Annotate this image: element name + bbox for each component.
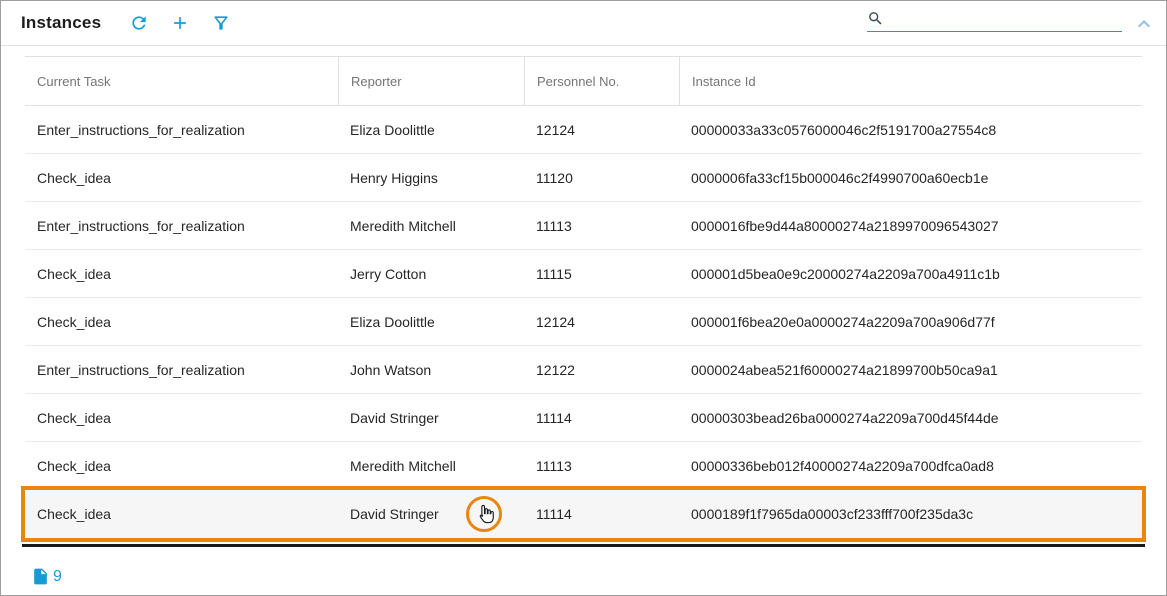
cell-current-task: Check_idea [25,458,338,474]
cell-current-task: Check_idea [25,410,338,426]
filter-button[interactable] [211,13,231,33]
search-input[interactable] [890,11,1122,27]
instances-table: Current Task Reporter Personnel No. Inst… [25,56,1142,538]
table-row[interactable]: Enter_instructions_for_realization John … [25,346,1142,394]
cell-instance-id: 0000024abea521f60000274a21899700b50ca9a1 [679,362,1142,378]
search-icon [867,10,884,27]
cell-current-task: Enter_instructions_for_realization [25,362,338,378]
cell-reporter: Henry Higgins [338,170,524,186]
cell-reporter: Jerry Cotton [338,266,524,282]
cell-instance-id: 00000033a33c0576000046c2f5191700a27554c8 [679,122,1142,138]
search-box [867,10,1122,32]
cell-current-task: Enter_instructions_for_realization [25,218,338,234]
column-header-instance-id: Instance Id [679,57,1142,105]
cell-personnel-no: 12124 [524,314,679,330]
cell-instance-id: 00000336beb012f40000274a2209a700dfca0ad8 [679,458,1142,474]
table-row[interactable]: Enter_instructions_for_realization Eliza… [25,106,1142,154]
cell-instance-id: 000001d5bea0e9c20000274a2209a700a4911c1b [679,266,1142,282]
table-row[interactable]: Enter_instructions_for_realization Mered… [25,202,1142,250]
table-bottom-border [22,544,1145,547]
add-icon [170,13,190,33]
click-annotation-circle [466,496,502,532]
table-row-selected[interactable]: Check_idea David Stringer 11114 0000189f… [25,490,1142,538]
refresh-icon [129,13,149,33]
cell-reporter: David Stringer [338,410,524,426]
cell-current-task: Check_idea [25,506,338,522]
cell-instance-id: 0000189f1f7965da00003cf233fff700f235da3c [679,506,1142,522]
cell-reporter: Eliza Doolittle [338,314,524,330]
cell-instance-id: 0000006fa33cf15b000046c2f4990700a60ecb1e [679,170,1142,186]
column-header-current-task: Current Task [25,57,338,105]
cell-reporter: Meredith Mitchell [338,458,524,474]
table-row[interactable]: Check_idea Eliza Doolittle 12124 000001f… [25,298,1142,346]
table-row[interactable]: Check_idea Henry Higgins 11120 0000006fa… [25,154,1142,202]
document-icon [31,567,50,586]
collapse-button[interactable] [1132,12,1156,36]
cell-current-task: Enter_instructions_for_realization [25,122,338,138]
cell-personnel-no: 11114 [524,410,679,426]
cell-personnel-no: 12124 [524,122,679,138]
instances-panel: Instances Current Task Reporter Personne… [0,0,1167,596]
filter-icon [211,13,231,33]
toolbar: Instances [1,1,1166,46]
table-row[interactable]: Check_idea Meredith Mitchell 11113 00000… [25,442,1142,490]
cell-reporter: John Watson [338,362,524,378]
cell-personnel-no: 11113 [524,218,679,234]
chevron-up-icon [1132,12,1156,36]
cell-current-task: Check_idea [25,314,338,330]
cell-current-task: Check_idea [25,266,338,282]
add-button[interactable] [170,13,190,33]
column-header-personnel-no: Personnel No. [524,57,679,105]
table-row[interactable]: Check_idea Jerry Cotton 11115 000001d5be… [25,250,1142,298]
table-header: Current Task Reporter Personnel No. Inst… [25,56,1142,106]
refresh-button[interactable] [129,13,149,33]
cell-personnel-no: 12122 [524,362,679,378]
cell-personnel-no: 11113 [524,458,679,474]
column-header-reporter: Reporter [338,57,524,105]
page-count: 9 [31,567,62,586]
cell-current-task: Check_idea [25,170,338,186]
row-count-label: 9 [53,568,62,586]
cell-personnel-no: 11114 [524,506,679,522]
cell-instance-id: 00000303bead26ba0000274a2209a700d45f44de [679,410,1142,426]
cell-reporter: Eliza Doolittle [338,122,524,138]
cell-reporter: Meredith Mitchell [338,218,524,234]
cell-personnel-no: 11115 [524,266,679,282]
page-title: Instances [21,13,101,33]
cell-personnel-no: 11120 [524,170,679,186]
hand-cursor-icon [474,504,495,525]
cell-instance-id: 0000016fbe9d44a80000274a2189970096543027 [679,218,1142,234]
table-row[interactable]: Check_idea David Stringer 11114 00000303… [25,394,1142,442]
cell-instance-id: 000001f6bea20e0a0000274a2209a700a906d77f [679,314,1142,330]
